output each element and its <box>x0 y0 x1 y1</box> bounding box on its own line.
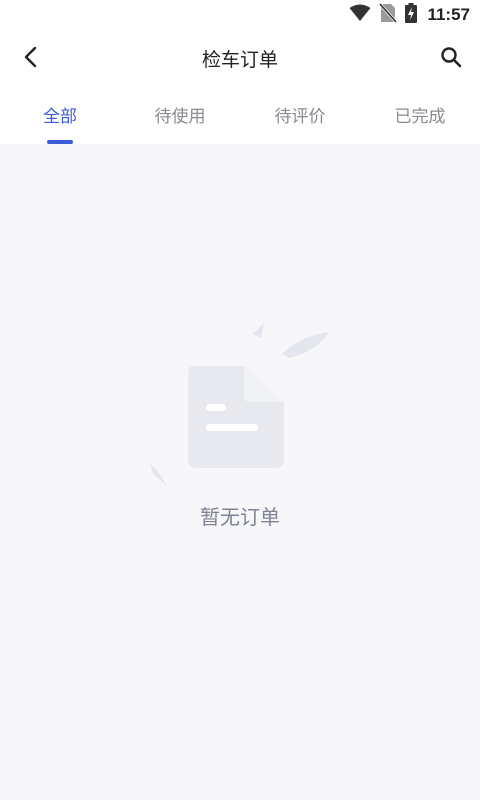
page-title: 检车订单 <box>201 49 278 71</box>
status-bar: 11:57 <box>0 0 480 30</box>
tab-to-use[interactable]: 待使用 <box>120 86 240 144</box>
order-list-screen: 11:57 检车订单 全部 待使用 待评价 已完成 暂无订单 <box>0 0 480 800</box>
search-icon <box>440 46 462 72</box>
tab-label: 待评价 <box>274 107 326 127</box>
search-button[interactable] <box>434 42 468 76</box>
status-time: 11:57 <box>427 5 470 24</box>
tab-completed[interactable]: 已完成 <box>360 86 480 144</box>
empty-state-message: 暂无订单 <box>200 505 280 529</box>
tab-label: 已完成 <box>394 107 446 127</box>
status-icons: 11:57 <box>349 3 470 27</box>
wifi-icon <box>349 4 371 26</box>
no-sim-icon <box>379 3 398 27</box>
empty-document-icon <box>140 320 340 490</box>
tab-label: 待使用 <box>154 107 206 127</box>
battery-charging-icon <box>405 3 418 27</box>
tab-to-review[interactable]: 待评价 <box>240 86 360 144</box>
tab-label: 全部 <box>43 107 77 127</box>
order-list-content: 暂无订单 <box>0 144 480 800</box>
nav-bar: 检车订单 <box>0 30 480 86</box>
order-status-tabs: 全部 待使用 待评价 已完成 <box>0 86 480 144</box>
tab-all[interactable]: 全部 <box>0 86 120 144</box>
